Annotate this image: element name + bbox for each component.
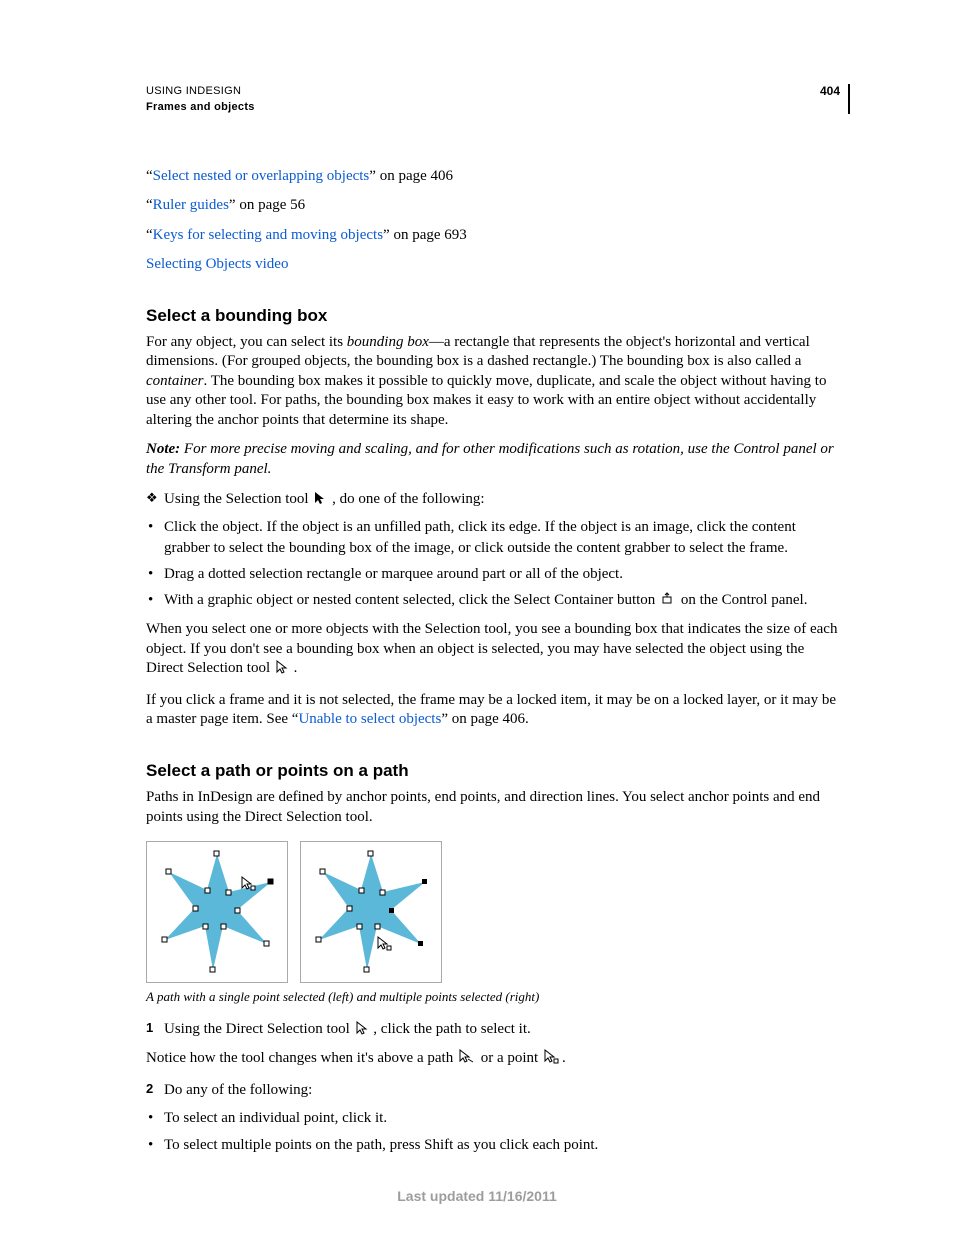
- xref: Selecting Objects video: [146, 255, 838, 275]
- link-select-nested[interactable]: Select nested or overlapping objects: [153, 168, 370, 184]
- list-item: Click the object. If the object is an un…: [146, 517, 838, 558]
- link-unable-to-select[interactable]: Unable to select objects: [298, 711, 441, 727]
- step-item: 1 Using the Direct Selection tool , clic…: [146, 1020, 838, 1042]
- cursor-over-path-icon: [459, 1049, 475, 1071]
- footer-updated: Last updated 11/16/2011: [0, 1187, 954, 1205]
- direct-selection-tool-icon: [356, 1021, 368, 1042]
- doc-title: USING INDESIGN: [146, 84, 255, 98]
- page-number: 404: [820, 84, 850, 114]
- xref: “Ruler guides” on page 56: [146, 196, 838, 216]
- body-text: Notice how the tool changes when it's ab…: [146, 1049, 838, 1071]
- xref: “Keys for selecting and moving objects” …: [146, 226, 838, 246]
- link-ruler-guides[interactable]: Ruler guides: [153, 197, 229, 213]
- selection-tool-icon: [314, 491, 326, 511]
- note: Note: For more precise moving and scalin…: [146, 440, 838, 479]
- heading-bounding-box: Select a bounding box: [146, 305, 838, 327]
- heading-select-path: Select a path or points on a path: [146, 760, 838, 782]
- body-text: When you select one or more objects with…: [146, 620, 838, 681]
- list-item: Drag a dotted selection rectangle or mar…: [146, 564, 838, 584]
- xref: “Select nested or overlapping objects” o…: [146, 167, 838, 187]
- procedure-lead: Using the Selection tool , do one of the…: [146, 489, 838, 511]
- figure-right: [300, 841, 442, 983]
- figure-row: [146, 841, 838, 983]
- figure-left: [146, 841, 288, 983]
- select-container-icon: [661, 592, 675, 612]
- body-text: For any object, you can select its bound…: [146, 333, 838, 431]
- cursor-over-point-icon: [544, 1049, 560, 1071]
- list-item: To select multiple points on the path, p…: [146, 1135, 838, 1155]
- figure-caption: A path with a single point selected (lef…: [146, 989, 838, 1006]
- body-text: Paths in InDesign are defined by anchor …: [146, 788, 838, 827]
- link-selecting-video[interactable]: Selecting Objects video: [146, 256, 288, 272]
- link-keys-selecting[interactable]: Keys for selecting and moving objects: [153, 227, 383, 243]
- direct-selection-tool-icon: [276, 660, 288, 681]
- page-header: USING INDESIGN Frames and objects 404: [146, 84, 838, 115]
- step-item: 2Do any of the following:: [146, 1081, 838, 1101]
- list-item: With a graphic object or nested content …: [146, 590, 838, 612]
- body-text: If you click a frame and it is not selec…: [146, 691, 838, 730]
- list-item: To select an individual point, click it.: [146, 1108, 838, 1128]
- section-name: Frames and objects: [146, 100, 255, 114]
